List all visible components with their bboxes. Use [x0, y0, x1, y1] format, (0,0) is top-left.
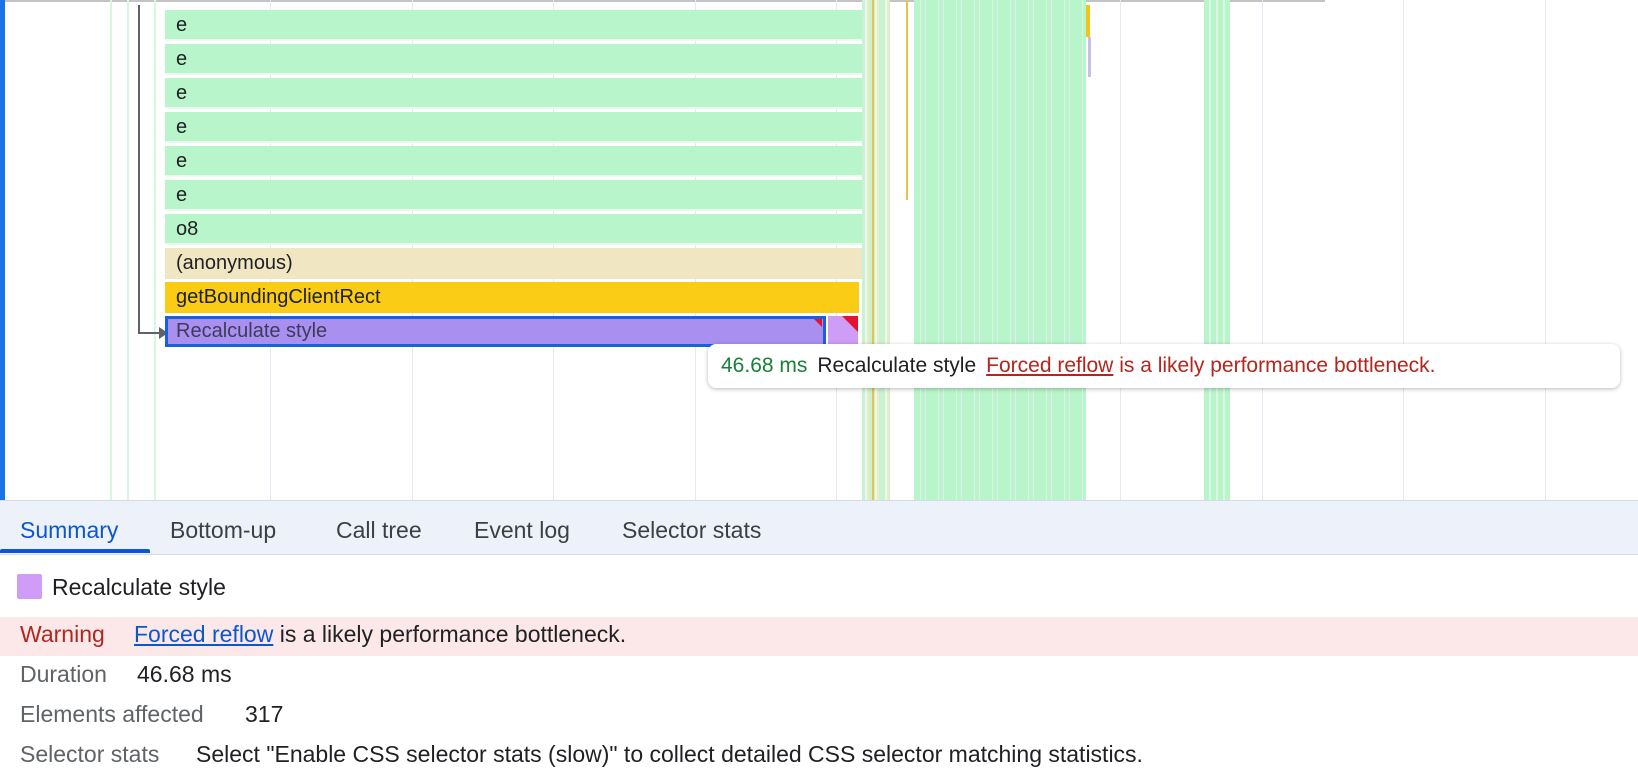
category-color-swatch — [17, 574, 42, 599]
flame-entry[interactable]: e — [165, 146, 862, 177]
elements-affected-value: 317 — [245, 701, 284, 727]
warning-message: Forced reflow is a likely performance bo… — [134, 619, 626, 649]
flame-entry-get-bounding-client-rect[interactable]: getBoundingClientRect — [165, 282, 859, 313]
flame-chart[interactable]: e e e e e e o8 (anonymous) getBoundingCl… — [0, 0, 1638, 500]
flame-entry-recalculate-style-selected[interactable]: Recalculate style — [165, 316, 826, 347]
elements-affected-label: Elements affected — [20, 701, 204, 727]
tooltip-warning-message: is a likely performance bottleneck. — [1119, 354, 1436, 377]
activity-cluster — [914, 0, 1086, 500]
grid-line — [1403, 0, 1404, 500]
grid-line — [1262, 0, 1263, 500]
flame-entry-tooltip: 46.68 ms Recalculate style Forced reflow i… — [708, 344, 1620, 388]
selector-stats-value: Select "Enable CSS selector stats (slow)… — [196, 741, 1143, 767]
flame-entry[interactable]: e — [165, 112, 862, 143]
summary-title: Recalculate style — [52, 574, 226, 600]
track-selection-indicator — [0, 0, 5, 500]
tab-bottom-up[interactable]: Bottom-up — [170, 501, 276, 555]
activity-tick — [1086, 5, 1090, 37]
tab-call-tree[interactable]: Call tree — [336, 501, 422, 555]
active-tab-indicator — [0, 549, 150, 553]
tab-event-log[interactable]: Event log — [474, 501, 570, 555]
flame-entry[interactable]: e — [165, 10, 862, 41]
flame-entry-anonymous[interactable]: (anonymous) — [165, 248, 862, 279]
forced-reflow-link[interactable]: Forced reflow — [134, 621, 273, 647]
grid-line — [1120, 0, 1121, 500]
activity-cluster — [862, 0, 890, 500]
warning-triangle-icon — [842, 316, 858, 332]
tooltip-duration: 46.68 ms — [721, 354, 808, 377]
flame-entry[interactable]: e — [165, 180, 862, 211]
activity-tick — [1088, 37, 1091, 77]
warning-triangle-icon — [814, 319, 822, 327]
activity-tick — [110, 0, 112, 500]
initiator-arrow-line — [138, 5, 140, 334]
selector-stats-label: Selector stats — [20, 741, 160, 767]
timeline-top-border — [0, 0, 1325, 2]
activity-tick — [154, 0, 156, 500]
tab-summary[interactable]: Summary — [20, 501, 118, 555]
tooltip-entry-name: Recalculate style — [817, 354, 977, 377]
duration-value: 46.68 ms — [137, 661, 232, 687]
warning-label: Warning — [20, 621, 105, 647]
activity-cluster — [1204, 0, 1230, 500]
tab-selector-stats[interactable]: Selector stats — [622, 501, 761, 555]
duration-label: Duration — [20, 661, 107, 687]
flame-entry[interactable]: e — [165, 44, 862, 75]
details-tab-bar: Summary Bottom-up Call tree Event log Se… — [0, 500, 1638, 555]
performance-panel: e e e e e e o8 (anonymous) getBoundingCl… — [0, 0, 1638, 780]
flame-entry[interactable]: e — [165, 78, 862, 109]
grid-line — [1545, 0, 1546, 500]
activity-tick — [127, 0, 129, 500]
activity-tick — [872, 0, 874, 500]
activity-tick — [906, 0, 908, 200]
flame-entry[interactable]: o8 — [165, 214, 862, 245]
warning-text: is a likely performance bottleneck. — [279, 621, 627, 647]
tooltip-forced-reflow-link[interactable]: Forced reflow — [986, 354, 1113, 377]
